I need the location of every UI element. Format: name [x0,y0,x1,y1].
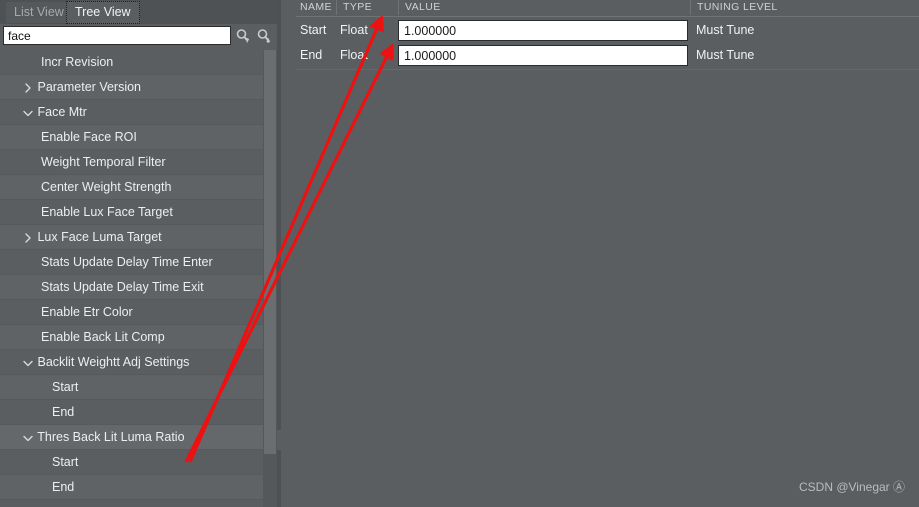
property-grid-panel: NAME TYPE VALUE TUNING LEVEL Start Float… [281,0,919,507]
tree-item[interactable]: Center Weight Strength [0,175,263,200]
column-header-value[interactable]: VALUE [398,0,690,15]
tree-view[interactable]: Incr Revision Parameter Version Face Mtr… [0,50,277,507]
tree-item[interactable]: Parameter Version [0,75,263,100]
value-input[interactable] [398,20,688,41]
table-row[interactable]: Start Float Must Tune [296,18,919,43]
tree-item-label: Enable Face ROI [41,130,137,144]
tree-item-label: Parameter Version [37,80,142,94]
value-input[interactable] [398,45,688,66]
tree-item-label: Start [52,380,79,394]
watermark: CSDN @Vinegar Ⓐ [799,480,905,494]
cell-value [398,45,688,66]
chevron-down-icon[interactable] [22,359,34,367]
cell-value [398,20,688,41]
chevron-right-icon[interactable] [22,233,34,243]
tree-item[interactable]: Enable Face ROI [0,125,263,150]
tree-item-label: Incr Revision [41,55,114,69]
tree-item-label: Lux Face Luma Target [37,230,162,244]
tree-item-label: Weight Temporal Filter [41,155,166,169]
tree-item[interactable]: Enable Back Lit Comp [0,325,263,350]
tree-item-label: Backlit Weightt Adj Settings [37,355,190,369]
tree-panel: List View Tree View Incr Revision Parame… [0,0,277,507]
tab-tree-view[interactable]: Tree View [66,1,140,24]
tree-item-label: Stats Update Delay Time Exit [41,280,204,294]
cell-tuning-level: Must Tune [696,23,755,37]
tree-item-label: Enable Back Lit Comp [41,330,165,344]
tree-item[interactable]: Backlit Weightt Adj Settings [0,350,263,375]
tree-item[interactable]: Start [0,375,263,400]
tree-item[interactable]: Start [0,450,263,475]
grid-separator [296,69,919,70]
tree-item[interactable]: Incr Revision [0,50,263,75]
search-input[interactable] [3,26,231,45]
chevron-down-icon[interactable] [22,434,34,442]
tree-scrollbar-thumb[interactable] [264,50,276,454]
tree-item-label: Enable Lux Face Target [41,205,173,219]
tree-item-label: End [52,480,75,494]
cell-name: End [300,48,323,62]
tree-item[interactable]: Enable Lux Face Target [0,200,263,225]
chevron-down-icon[interactable] [22,109,34,117]
tree-item[interactable]: End [0,400,263,425]
cell-type: Float [340,48,368,62]
tab-list-view[interactable]: List View [6,2,72,23]
tree-item[interactable]: Thres Back Lit Luma Ratio [0,425,263,450]
column-header-tuning-level[interactable]: TUNING LEVEL [690,0,919,15]
tree-item-label: Thres Back Lit Luma Ratio [37,430,185,444]
tree-item[interactable]: Enable Etr Color [0,300,263,325]
tree-item[interactable]: Stats Update Delay Time Enter [0,250,263,275]
search-up-icon[interactable] [235,28,252,45]
cell-tuning-level: Must Tune [696,48,755,62]
view-tabbar: List View Tree View [0,0,277,24]
cell-name: Start [300,23,327,37]
tree-item[interactable]: Stats Update Delay Time Exit [0,275,263,300]
table-row[interactable]: End Float Must Tune [296,43,919,68]
tree-item-label: Enable Etr Color [41,305,133,319]
tree-list: Incr Revision Parameter Version Face Mtr… [0,50,263,500]
tree-item-label: Center Weight Strength [41,180,172,194]
column-header-type[interactable]: TYPE [336,0,398,15]
tree-item[interactable]: Face Mtr [0,100,263,125]
tree-scrollbar[interactable] [263,50,277,507]
tree-item-label: Start [52,455,79,469]
cell-type: Float [340,23,368,37]
chevron-right-icon[interactable] [22,83,34,93]
search-row [0,26,277,48]
tree-item-label: Face Mtr [37,105,87,119]
tree-item-label: End [52,405,75,419]
tree-item[interactable]: Weight Temporal Filter [0,150,263,175]
tree-item-label: Stats Update Delay Time Enter [41,255,213,269]
search-down-icon[interactable] [256,28,273,45]
column-header-name[interactable]: NAME [296,0,336,15]
tree-item[interactable]: End [0,475,263,500]
property-grid-header: NAME TYPE VALUE TUNING LEVEL [296,0,919,17]
tree-item[interactable]: Lux Face Luma Target [0,225,263,250]
